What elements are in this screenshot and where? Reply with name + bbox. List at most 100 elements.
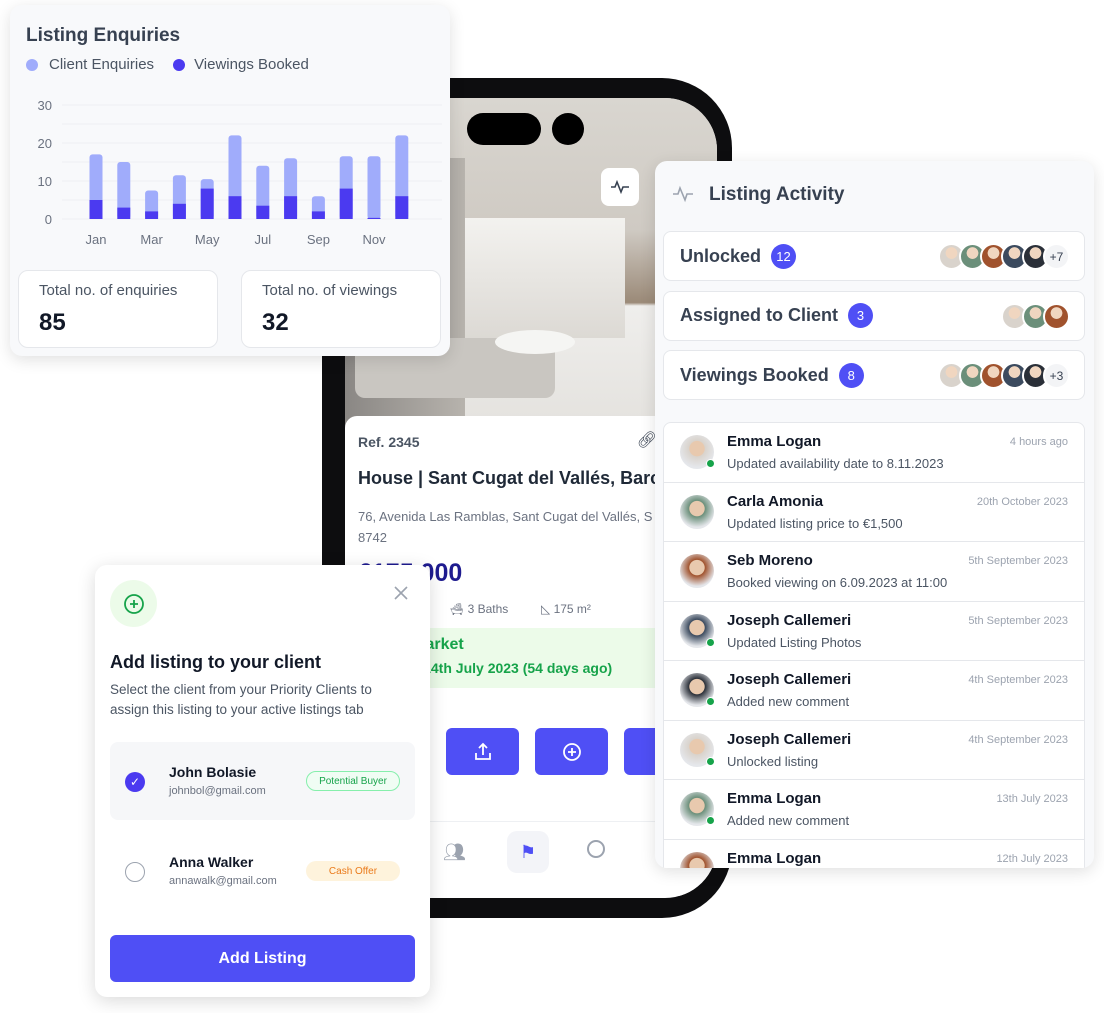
bar-viewings-Jul xyxy=(256,205,270,219)
activity-row[interactable]: Emma Logan Updated availability date to 8… xyxy=(664,423,1084,483)
bar-viewings-Sep xyxy=(311,211,325,219)
modal-title: Add listing to your client xyxy=(110,652,321,672)
avatar-group: +3 xyxy=(938,362,1070,389)
user-name: Emma Logan xyxy=(727,790,822,807)
avatar xyxy=(680,494,714,529)
stat-total-enquiries: Total no. of enquiries 85 xyxy=(18,270,218,348)
client-option[interactable]: ✓ John Bolasie johnbol@gmail.com Potential … xyxy=(110,742,415,820)
radio-checked[interactable]: ✓ xyxy=(125,772,145,792)
link-icon[interactable]: 🔗︎ xyxy=(637,430,657,450)
more-avatars-count: +3 xyxy=(1043,362,1070,389)
baths: 🛁︎ 3 Baths xyxy=(449,602,509,616)
share-icon xyxy=(474,742,491,760)
camera xyxy=(552,113,584,145)
avatar xyxy=(1043,302,1070,330)
stat-value: 85 xyxy=(39,309,66,336)
y-tick-label: 30 xyxy=(38,98,52,113)
activity-row[interactable]: Joseph Callemeri Added new comment 4th Sep… xyxy=(664,661,1084,721)
bar-chart: 0 10 20 30 Jan Mar May Jul Sep Nov xyxy=(38,98,442,247)
stat-label: Total no. of viewings xyxy=(262,282,398,299)
user-name: Carla Amonia xyxy=(727,492,824,510)
stat-value: 32 xyxy=(262,309,289,336)
activity-category-viewings-booked[interactable]: Viewings Booked 8 +3 xyxy=(663,350,1085,400)
client-email: annawalk@gmail.com xyxy=(169,875,277,887)
ruler-icon: ◺ xyxy=(541,602,554,616)
pulse-icon xyxy=(611,180,629,194)
client-email: johnbol@gmail.com xyxy=(169,785,266,797)
area: ◺ 175 m² xyxy=(541,602,591,616)
plus-circle-icon xyxy=(562,742,581,761)
user-name: Seb Moreno xyxy=(727,552,813,569)
activity-title: Listing Activity xyxy=(709,184,845,205)
activity-text: Updated availability date to 8.11.2023 xyxy=(727,456,944,471)
timestamp: 5th September 2023 xyxy=(968,614,1068,627)
online-indicator xyxy=(706,756,715,766)
timestamp: 20th October 2023 xyxy=(976,495,1068,508)
activity-row[interactable]: Carla Amonia Updated listing price to €1,… xyxy=(664,483,1084,542)
close-icon[interactable] xyxy=(394,586,408,600)
radio-unchecked[interactable] xyxy=(125,862,145,882)
activity-row[interactable]: Emma Logan Added new comment 13th July 202… xyxy=(664,780,1084,840)
activity-text: Unlocked listing xyxy=(727,753,819,769)
share-button[interactable] xyxy=(446,728,519,775)
activity-row[interactable]: Joseph Callemeri Updated Listing Photos 5t… xyxy=(664,602,1084,661)
avatar-group xyxy=(1001,302,1070,330)
legend-enquiries: Client Enquiries xyxy=(49,56,155,73)
bar-viewings-Jun xyxy=(228,196,242,219)
add-icon-badge xyxy=(110,580,157,627)
x-tick-label: May xyxy=(195,232,220,247)
legend-swatch-viewings xyxy=(173,58,186,71)
activity-text: Updated listing price to €1,500 xyxy=(727,515,903,531)
timestamp: 4th September 2023 xyxy=(968,733,1068,746)
activity-row[interactable]: Seb Moreno Booked viewing on 6.09.2023 at… xyxy=(664,542,1084,602)
add-listing-button[interactable]: Add Listing xyxy=(110,935,415,982)
x-tick-label: Jan xyxy=(86,232,107,247)
user-name: Emma Logan xyxy=(727,849,822,867)
activity-row[interactable]: Emma Logan 12th July 2023 xyxy=(664,840,1084,868)
legend-swatch-enquiries xyxy=(26,58,38,71)
add-listing-modal: Add listing to your client Select the cl… xyxy=(95,565,430,997)
online-indicator xyxy=(706,697,715,706)
bar-viewings-Dec xyxy=(395,196,409,219)
activity-text: Added new comment xyxy=(727,813,850,828)
x-tick-label: Sep xyxy=(307,232,330,247)
nav-clients-icon[interactable]: 👥︎ xyxy=(443,842,466,863)
pulse-icon xyxy=(673,185,693,203)
activity-text: Updated Listing Photos xyxy=(727,634,862,650)
x-tick-label: Jul xyxy=(254,232,271,247)
stat-total-viewings: Total no. of viewings 32 xyxy=(241,270,441,348)
user-name: Joseph Callemeri xyxy=(727,611,852,629)
activity-text: Booked viewing on 6.09.2023 at 11:00 xyxy=(727,575,948,590)
dynamic-island xyxy=(467,113,541,145)
more-avatars-count: +7 xyxy=(1043,243,1070,270)
bar-viewings-Mar xyxy=(145,211,159,219)
nav-search-icon[interactable] xyxy=(587,840,605,858)
activity-category-unlocked[interactable]: Unlocked 12 +7 xyxy=(663,231,1085,281)
activity-category-assigned-to-client[interactable]: Assigned to Client 3 xyxy=(663,290,1085,341)
chart-legend: Client Enquiries Viewings Booked xyxy=(26,56,309,73)
timestamp: 12th July 2023 xyxy=(996,852,1068,865)
avatar xyxy=(680,554,714,588)
x-tick-label: Nov xyxy=(362,232,386,247)
nav-listings-icon[interactable]: ⚑ xyxy=(507,831,549,873)
online-indicator xyxy=(706,816,715,825)
x-tick-label: Mar xyxy=(140,232,163,247)
count-badge: 12 xyxy=(771,243,797,269)
activity-button[interactable] xyxy=(601,168,639,206)
user-name: Emma Logan xyxy=(727,433,822,450)
bar-viewings-Aug xyxy=(284,196,298,219)
y-tick-label: 20 xyxy=(38,136,52,151)
add-button[interactable] xyxy=(535,728,608,775)
online-indicator xyxy=(706,459,715,468)
bar-viewings-Oct xyxy=(339,188,353,219)
category-label: Viewings Booked xyxy=(680,364,829,385)
activity-feed[interactable]: Emma Logan Updated availability date to 8… xyxy=(663,422,1085,868)
client-option[interactable]: Anna Walker annawalk@gmail.com Cash Offer xyxy=(110,832,415,910)
avatar-group: +7 xyxy=(938,243,1070,270)
legend-viewings: Viewings Booked xyxy=(194,56,309,73)
user-name: Joseph Callemeri xyxy=(727,671,852,688)
client-tag: Cash Offer xyxy=(306,861,400,881)
activity-row[interactable]: Joseph Callemeri Unlocked listing 4th Sept… xyxy=(664,721,1084,780)
stat-label: Total no. of enquiries xyxy=(39,282,178,299)
avatar xyxy=(680,851,714,868)
